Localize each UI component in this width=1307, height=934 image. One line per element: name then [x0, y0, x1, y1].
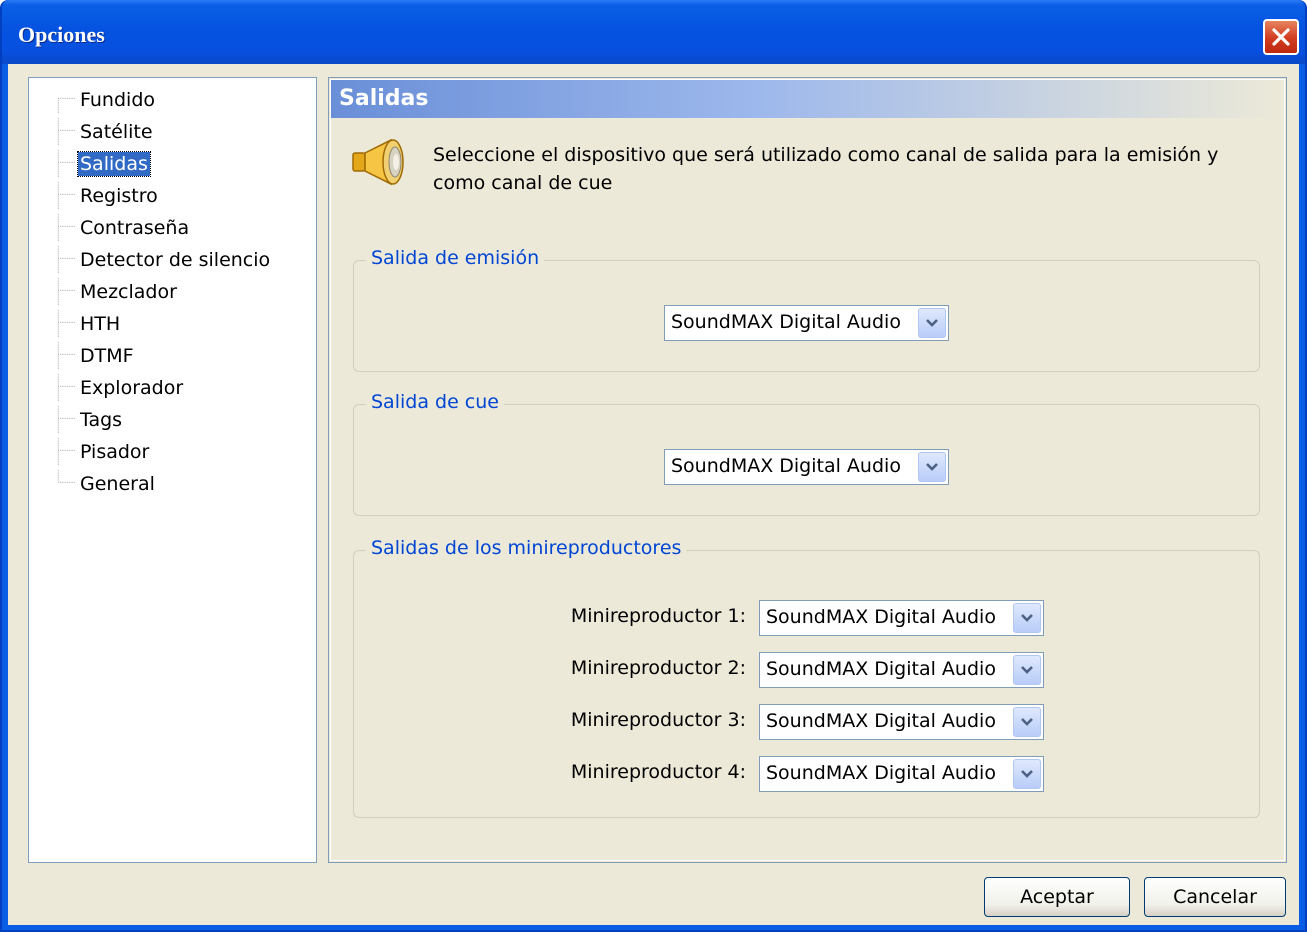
tree-connector [57, 342, 75, 370]
chevron-down-icon [1021, 614, 1033, 622]
select-value: SoundMAX Digital Audio [766, 606, 996, 628]
chevron-down-icon [1021, 718, 1033, 726]
options-tree[interactable]: Fundido Satélite Salidas Registro Contraseña… [28, 77, 317, 863]
tree-connector [57, 97, 75, 114]
accept-button[interactable]: Aceptar [984, 877, 1130, 917]
panel-title: Salidas [339, 86, 429, 111]
dropdown-button[interactable] [1013, 707, 1041, 737]
tree-item-label: Registro [80, 185, 158, 207]
emision-device-select[interactable]: SoundMAX Digital Audio [664, 305, 949, 341]
dropdown-button[interactable] [918, 452, 946, 482]
minireproductor-4-select[interactable]: SoundMAX Digital Audio [759, 756, 1044, 792]
dropdown-button[interactable] [1013, 759, 1041, 789]
minireproductor-2-select[interactable]: SoundMAX Digital Audio [759, 652, 1044, 688]
group-minireproductores: Salidas de los minireproductores Minirep… [353, 537, 1260, 818]
tree-connector [57, 182, 75, 210]
dialog-body: Fundido Satélite Salidas Registro Contraseña… [8, 64, 1299, 925]
tree-item-label: Detector de silencio [80, 249, 271, 271]
tree-item-label: DTMF [80, 345, 134, 367]
minireproductor-3-select[interactable]: SoundMAX Digital Audio [759, 704, 1044, 740]
tree-item-label: Fundido [80, 89, 155, 111]
tree-item-label: Mezclador [80, 281, 177, 303]
minireproductor-3-label: Minireproductor 3: [570, 709, 746, 731]
settings-panel: Salidas Seleccione el dispositivo que se… [328, 77, 1287, 863]
group-label: Salida de cue [366, 391, 504, 413]
tree-connector [57, 438, 75, 466]
chevron-down-icon [926, 463, 938, 471]
tree-connector [57, 278, 75, 306]
speaker-icon [352, 138, 404, 186]
tree-connector [57, 374, 75, 402]
minireproductor-4-label: Minireproductor 4: [570, 761, 746, 783]
tree-connector [57, 118, 75, 146]
minireproductor-1-select[interactable]: SoundMAX Digital Audio [759, 600, 1044, 636]
chevron-down-icon [926, 319, 938, 327]
select-value: SoundMAX Digital Audio [671, 455, 901, 477]
group-salida-cue: Salida de cue SoundMAX Digital Audio [353, 391, 1260, 516]
select-value: SoundMAX Digital Audio [766, 710, 996, 732]
group-salida-emision: Salida de emisión SoundMAX Digital Audio [353, 247, 1260, 372]
tree-item-label: Salidas [77, 151, 151, 177]
chevron-down-icon [1021, 770, 1033, 778]
tree-item-label: General [80, 473, 155, 495]
chevron-down-icon [1021, 666, 1033, 674]
tree-item-label: HTH [80, 313, 121, 335]
title-bar[interactable]: Opciones [2, 0, 1305, 64]
dropdown-button[interactable] [1013, 655, 1041, 685]
tree-connector [57, 310, 75, 338]
tree-connector [57, 470, 75, 483]
cue-device-select[interactable]: SoundMAX Digital Audio [664, 449, 949, 485]
tree-connector [57, 150, 75, 178]
close-icon [1272, 28, 1290, 46]
panel-description: Seleccione el dispositivo que será utili… [433, 144, 1219, 194]
dropdown-button[interactable] [918, 308, 946, 338]
select-value: SoundMAX Digital Audio [766, 762, 996, 784]
select-value: SoundMAX Digital Audio [671, 311, 901, 333]
select-value: SoundMAX Digital Audio [766, 658, 996, 680]
tree-item-label: Explorador [80, 377, 184, 399]
dropdown-button[interactable] [1013, 603, 1041, 633]
window-title: Opciones [18, 22, 105, 47]
minireproductor-1-label: Minireproductor 1: [570, 605, 746, 627]
tree-connector [57, 214, 75, 242]
group-label: Salida de emisión [366, 247, 545, 269]
tree-item-label: Pisador [80, 441, 150, 463]
options-dialog: Opciones Fundido Satélite Salidas Registro C… [0, 0, 1307, 932]
tree-connector [57, 246, 75, 274]
close-button[interactable] [1263, 19, 1299, 55]
panel-header: Salidas [331, 80, 1282, 118]
minireproductor-2-label: Minireproductor 2: [570, 657, 746, 679]
tree-item-label: Tags [80, 409, 123, 431]
tree-connector [57, 406, 75, 434]
cancel-button[interactable]: Cancelar [1144, 877, 1286, 917]
tree-item-label: Satélite [80, 121, 153, 143]
tree-item-label: Contraseña [80, 217, 190, 239]
group-label: Salidas de los minireproductores [366, 537, 687, 559]
